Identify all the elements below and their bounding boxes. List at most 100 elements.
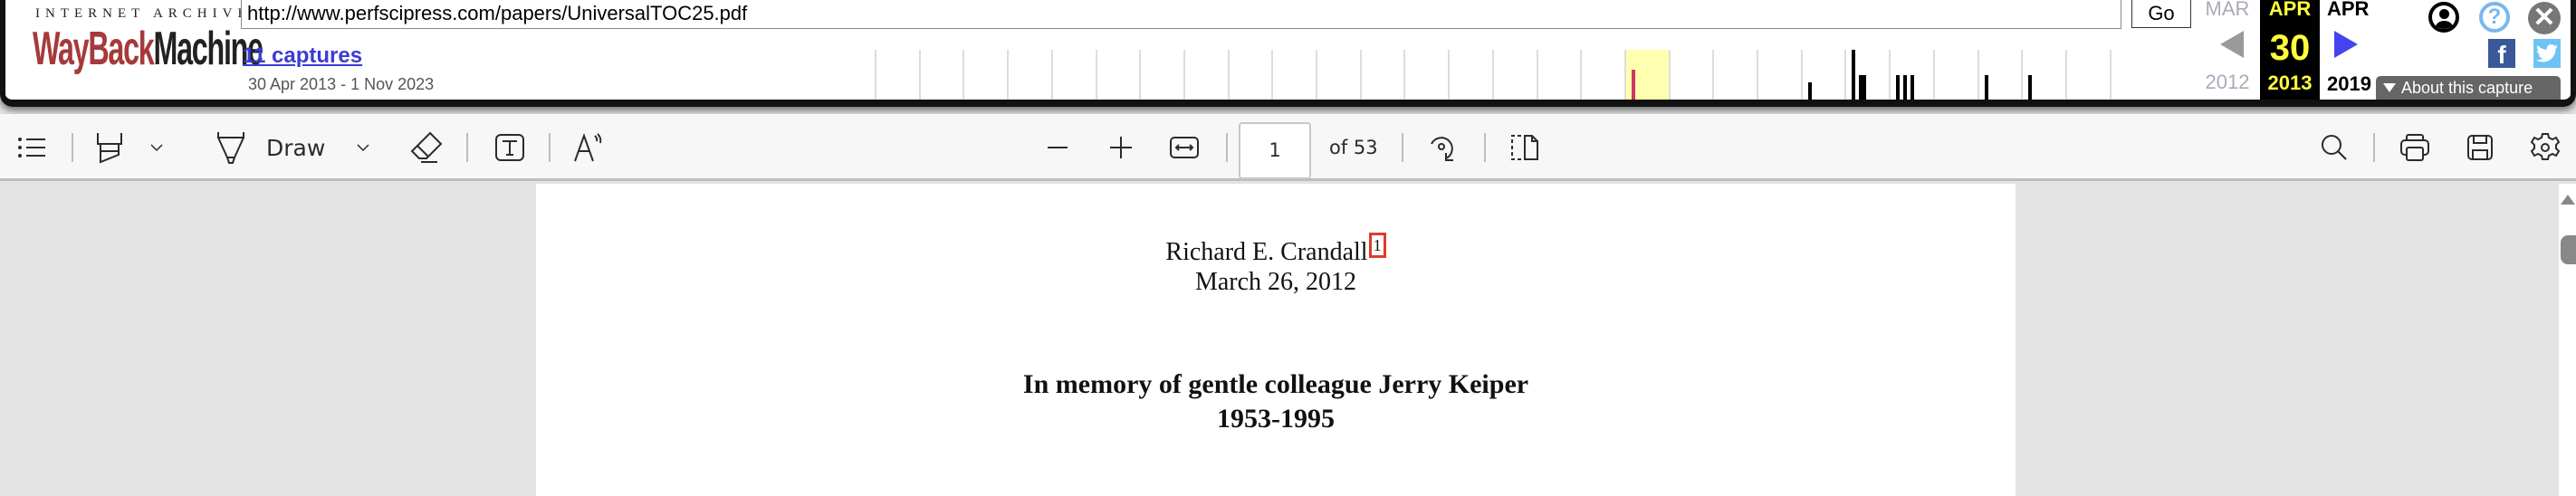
search-button[interactable] [2314,114,2354,181]
sparkline-year-1998[interactable] [962,50,1008,100]
current-day: 30 [2269,28,2311,68]
sparkline-year-2003[interactable] [1183,50,1229,100]
sparkline-year-2016[interactable] [1757,50,1802,100]
sparkline-year-2010[interactable] [1491,50,1537,100]
captures-link[interactable]: 11 captures [243,43,362,69]
sparkline-year-2011[interactable] [1536,50,1582,100]
sparkline-year-2004[interactable] [1227,50,1273,100]
sparkline-year-2009[interactable] [1448,50,1493,100]
wayback-url-input[interactable]: http://www.perfscipress.com/papers/Unive… [241,0,2121,29]
user-icon[interactable] [2428,2,2459,33]
print-icon [2400,134,2429,161]
chevron-down-icon [150,144,163,152]
page-count-label: of 53 [1329,137,1378,158]
about-this-capture-label: About this capture [2401,79,2533,97]
vertical-scrollbar[interactable] [2559,184,2576,496]
rotate-button[interactable] [1422,114,1461,181]
sparkline-year-2023[interactable] [2064,50,2111,100]
capture-bar[interactable] [1859,74,1867,100]
next-capture-month[interactable]: APR [2327,0,2369,19]
dedication: In memory of gentle colleague Jerry Keip… [1022,369,1529,399]
toolbar-divider [2373,133,2375,162]
help-icon[interactable]: ? [2479,2,2510,33]
capture-bar[interactable] [1984,74,1988,100]
page-view-button[interactable] [1503,114,1545,181]
settings-button[interactable] [2524,114,2566,181]
logo-wayback-text: WayBack [33,23,155,75]
capture-bar[interactable] [1631,70,1635,100]
prev-capture-year[interactable]: 2012 [2200,71,2255,94]
current-capture-date: APR 30 2013 [2260,0,2320,100]
sparkline-year-1999[interactable] [1007,50,1052,100]
wayback-toolbar: INTERNET ARCHIVE WayBackMachine http://w… [0,0,2576,107]
draw-pen-button[interactable] [212,114,250,181]
document-date: March 26, 2012 [1194,268,1357,296]
capture-bar[interactable] [1896,74,1901,100]
capture-bar[interactable] [1910,74,1915,100]
sparkline-year-2012[interactable] [1580,50,1625,100]
current-month: APR [2268,0,2312,20]
save-icon [2467,135,2493,160]
sparkline-year-1997[interactable] [918,50,964,100]
zoom-in-icon [1110,137,1132,158]
rotate-icon [1431,137,1453,161]
draw-button[interactable]: Draw [266,114,331,181]
next-capture-arrow-icon[interactable] [2334,31,2358,58]
eraser-icon [410,131,443,163]
toolbar-divider [1226,133,1228,162]
prev-capture-month[interactable]: MAR [2200,0,2255,19]
capture-bar[interactable] [1852,50,1856,100]
settings-icon [2530,133,2561,160]
highlight-icon [97,133,122,164]
print-button[interactable] [2394,114,2436,181]
text-box-button[interactable] [489,114,531,181]
close-icon[interactable]: ✕ [2528,2,2561,34]
sparkline-year-2006[interactable] [1316,50,1361,100]
sparkline-year-2008[interactable] [1403,50,1449,100]
eraser-button[interactable] [406,114,447,181]
capture-bar[interactable] [1807,81,1812,100]
facebook-icon[interactable]: f [2488,39,2515,69]
sparkline-year-2014[interactable] [1668,50,1714,100]
wayback-machine-logo[interactable]: WayBackMachine [33,25,263,72]
toolbar-divider [72,133,73,162]
footnote-link[interactable]: 1 [1368,233,1386,258]
sparkline-year-2000[interactable] [1050,50,1096,100]
scrollbar-thumb[interactable] [2561,235,2576,264]
highlight-button[interactable] [91,114,129,181]
zoom-in-button[interactable] [1103,114,1139,181]
go-button[interactable]: Go [2131,0,2191,28]
chevron-down-icon [357,144,369,152]
sparkline-year-2020[interactable] [1932,50,1978,100]
fit-width-icon [1170,137,1199,158]
highlight-options-dropdown[interactable] [145,114,168,181]
draw-options-dropdown[interactable] [351,114,375,181]
sparkline-year-1996[interactable] [875,50,920,100]
capture-bar[interactable] [2028,74,2033,100]
sparkline-year-2002[interactable] [1139,50,1184,100]
prev-capture-arrow-icon[interactable] [2220,31,2244,58]
sparkline-year-2005[interactable] [1271,50,1317,100]
page-number-input[interactable]: 1 [1239,122,1311,179]
page-view-icon [1511,135,1538,160]
twitter-icon[interactable] [2533,39,2561,68]
read-aloud-button[interactable] [569,114,610,181]
next-capture-year[interactable]: 2019 [2327,72,2371,96]
about-this-capture-button[interactable]: About this capture [2376,76,2561,100]
triangle-down-icon [2383,83,2396,92]
text-box-icon [495,134,524,161]
scroll-up-arrow-icon[interactable] [2561,195,2575,205]
sparkline-year-2001[interactable] [1095,50,1141,100]
sparkline-year-2015[interactable] [1712,50,1757,100]
sparkline-year-2024[interactable] [2109,50,2155,100]
save-button[interactable] [2459,114,2501,181]
capture-bar[interactable] [1903,74,1908,100]
toolbar-divider [549,133,551,162]
contents-button[interactable] [13,114,51,181]
sparkline-year-2007[interactable] [1359,50,1405,100]
capture-sparkline[interactable] [875,50,2197,100]
document-viewport: Richard E. Crandall 1 March 26, 2012 In m… [0,184,2576,496]
zoom-out-button[interactable] [1039,114,1076,181]
fit-width-button[interactable] [1164,114,1204,181]
draw-pen-icon [217,132,244,164]
